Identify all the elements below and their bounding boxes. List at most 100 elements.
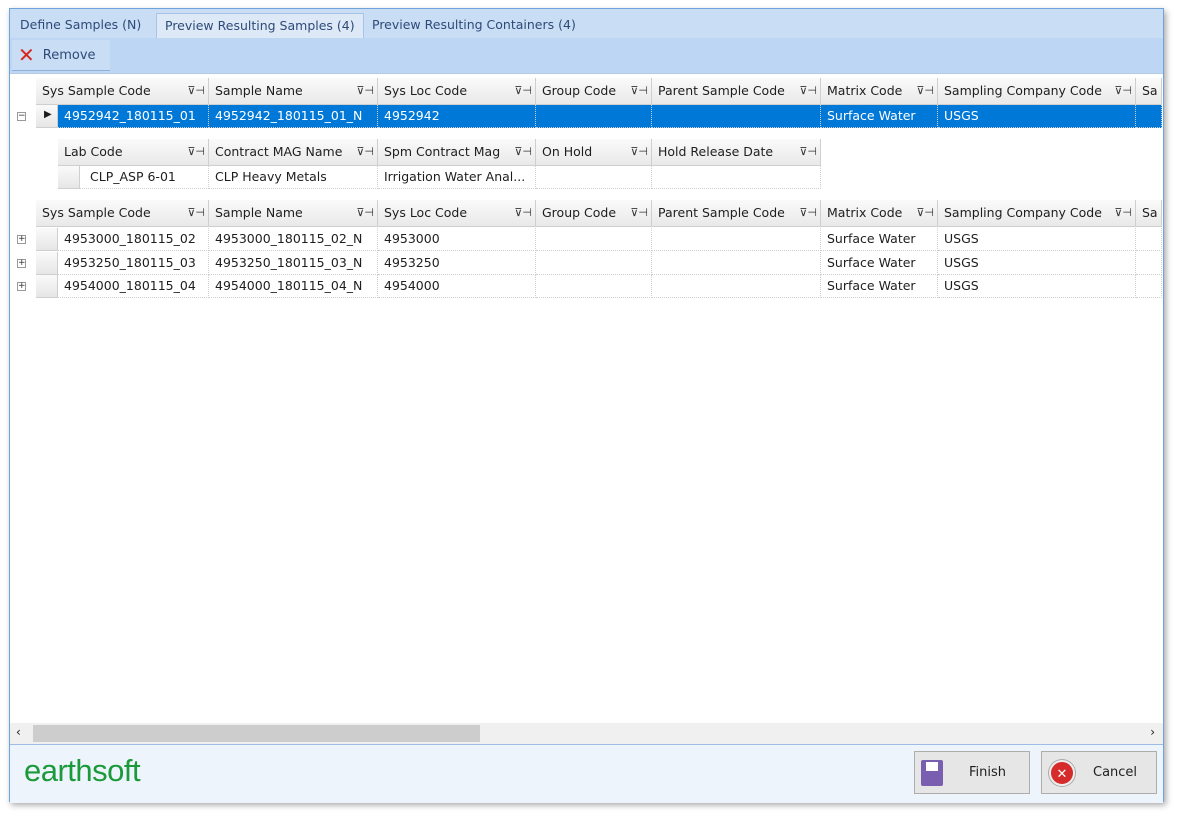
tab-define-samples[interactable]: Define Samples (N)	[12, 13, 149, 38]
table-row-cell[interactable]: 4954000_180115_04	[58, 275, 209, 298]
selected-row-cell[interactable]	[536, 105, 652, 128]
horizontal-scrollbar[interactable]: ‹ ›	[10, 723, 1163, 744]
filter-pin-icon[interactable]: ⊽⊣	[630, 78, 648, 104]
filter-pin-icon[interactable]: ⊽⊣	[799, 139, 817, 165]
table-row-cell[interactable]: 4954000	[378, 275, 536, 298]
table-row-cell[interactable]: 4954000_180115_04_N	[209, 275, 378, 298]
column-title: Sys Sample Code	[42, 83, 151, 98]
filter-pin-icon[interactable]: ⊽⊣	[916, 200, 934, 226]
child-header-4[interactable]: Hold Release Date ⊽⊣	[652, 139, 821, 166]
scroll-thumb[interactable]	[33, 725, 480, 742]
table-row-cell[interactable]: 4953250_180115_03_N	[209, 251, 378, 275]
selected-row-cell[interactable]: 4952942_180115_01_N	[209, 105, 378, 128]
detail-header-1[interactable]: Sample Name ⊽⊣	[209, 200, 378, 227]
child-row-cell[interactable]	[536, 166, 652, 189]
table-row-cell[interactable]	[536, 251, 652, 275]
detail-header-0[interactable]: Sys Sample Code ⊽⊣	[36, 200, 209, 227]
filter-pin-icon[interactable]: ⊽⊣	[514, 78, 532, 104]
detail-header-5[interactable]: Matrix Code ⊽⊣	[821, 200, 938, 227]
tab-preview-samples[interactable]: Preview Resulting Samples (4)	[156, 13, 364, 38]
table-row-cell[interactable]	[1136, 251, 1162, 275]
detail-header-3[interactable]: Group Code ⊽⊣	[536, 200, 652, 227]
table-row-cell[interactable]: Surface Water	[821, 228, 938, 251]
child-header-2[interactable]: Spm Contract Mag ⊽⊣	[378, 139, 536, 166]
table-row-cell[interactable]: USGS	[938, 275, 1136, 298]
child-row-cell[interactable]: CLP_ASP 6-01	[80, 166, 209, 189]
selected-row-cell[interactable]	[652, 105, 821, 128]
main-header-0[interactable]: Sys Sample Code ⊽⊣	[36, 78, 209, 105]
expand-icon[interactable]: +	[17, 282, 26, 291]
scroll-left-icon[interactable]: ‹	[16, 725, 21, 739]
child-header-1[interactable]: Contract MAG Name ⊽⊣	[209, 139, 378, 166]
earthsoft-logo: earthsoft	[24, 753, 141, 788]
child-row-cell[interactable]: Irrigation Water Anal...	[378, 166, 536, 189]
child-row-cell[interactable]	[652, 166, 821, 189]
selected-row-cell[interactable]	[1136, 105, 1162, 128]
child-header-3[interactable]: On Hold ⊽⊣	[536, 139, 652, 166]
filter-pin-icon[interactable]: ⊽⊣	[514, 200, 532, 226]
selected-row-cell[interactable]: USGS	[938, 105, 1136, 128]
filter-pin-icon[interactable]: ⊽⊣	[799, 200, 817, 226]
main-header-5[interactable]: Matrix Code ⊽⊣	[821, 78, 938, 105]
main-header-7[interactable]: Sa	[1136, 78, 1162, 105]
filter-pin-icon[interactable]: ⊽⊣	[356, 78, 374, 104]
table-row-cell[interactable]	[1136, 275, 1162, 298]
expand-icon[interactable]: +	[17, 235, 26, 244]
filter-pin-icon[interactable]: ⊽⊣	[187, 139, 205, 165]
main-header-4[interactable]: Parent Sample Code ⊽⊣	[652, 78, 821, 105]
table-row-cell[interactable]	[652, 275, 821, 298]
table-row-cell[interactable]	[536, 228, 652, 251]
table-row-cell[interactable]	[1136, 228, 1162, 251]
filter-pin-icon[interactable]: ⊽⊣	[187, 78, 205, 104]
table-row-cell[interactable]	[652, 228, 821, 251]
expand-icon[interactable]: +	[17, 258, 26, 268]
table-row-cell[interactable]: USGS	[938, 251, 1136, 275]
finish-button[interactable]: Finish	[914, 751, 1030, 794]
table-row-cell[interactable]: USGS	[938, 228, 1136, 251]
filter-pin-icon[interactable]: ⊽⊣	[916, 78, 934, 104]
child-row-indicator[interactable]	[58, 166, 80, 189]
column-title: Sampling Company Code	[944, 205, 1102, 220]
remove-button[interactable]: ✕ Remove	[12, 40, 110, 71]
table-row-cell[interactable]: 4953250	[378, 251, 536, 275]
filter-pin-icon[interactable]: ⊽⊣	[514, 139, 532, 165]
detail-header-2[interactable]: Sys Loc Code ⊽⊣	[378, 200, 536, 227]
row-indicator[interactable]	[36, 275, 58, 298]
filter-pin-icon[interactable]: ⊽⊣	[356, 139, 374, 165]
row-indicator[interactable]	[36, 228, 58, 251]
filter-pin-icon[interactable]: ⊽⊣	[187, 200, 205, 226]
table-row-cell[interactable]: 4953000	[378, 228, 536, 251]
table-row-cell[interactable]: 4953250_180115_03	[58, 251, 209, 275]
row-indicator[interactable]: ▶	[36, 105, 58, 128]
detail-header-4[interactable]: Parent Sample Code ⊽⊣	[652, 200, 821, 227]
child-row-cell[interactable]: CLP Heavy Metals	[209, 166, 378, 189]
main-header-3[interactable]: Group Code ⊽⊣	[536, 78, 652, 105]
filter-pin-icon[interactable]: ⊽⊣	[630, 139, 648, 165]
table-row-cell[interactable]	[652, 251, 821, 275]
filter-pin-icon[interactable]: ⊽⊣	[1114, 200, 1132, 226]
table-row-cell[interactable]: 4953000_180115_02_N	[209, 228, 378, 251]
table-row-cell[interactable]	[536, 275, 652, 298]
detail-header-6[interactable]: Sampling Company Code ⊽⊣	[938, 200, 1136, 227]
table-row-cell[interactable]: Surface Water	[821, 275, 938, 298]
detail-header-7[interactable]: Sa	[1136, 200, 1162, 227]
selected-row-cell[interactable]: Surface Water	[821, 105, 938, 128]
cancel-button[interactable]: ✕ Cancel	[1041, 751, 1157, 794]
filter-pin-icon[interactable]: ⊽⊣	[356, 200, 374, 226]
child-header-0[interactable]: Lab Code ⊽⊣	[58, 139, 209, 166]
table-row-cell[interactable]: Surface Water	[821, 251, 938, 275]
selected-row-cell[interactable]: 4952942_180115_01	[58, 105, 209, 128]
filter-pin-icon[interactable]: ⊽⊣	[1114, 78, 1132, 104]
main-header-2[interactable]: Sys Loc Code ⊽⊣	[378, 78, 536, 105]
filter-pin-icon[interactable]: ⊽⊣	[799, 78, 817, 104]
collapse-icon[interactable]: −	[17, 112, 26, 121]
column-title: Parent Sample Code	[658, 83, 785, 98]
row-indicator[interactable]	[36, 251, 58, 275]
main-header-1[interactable]: Sample Name ⊽⊣	[209, 78, 378, 105]
filter-pin-icon[interactable]: ⊽⊣	[630, 200, 648, 226]
scroll-right-icon[interactable]: ›	[1150, 725, 1155, 739]
tab-preview-containers[interactable]: Preview Resulting Containers (4)	[364, 13, 584, 38]
selected-row-cell[interactable]: 4952942	[378, 105, 536, 128]
main-header-6[interactable]: Sampling Company Code ⊽⊣	[938, 78, 1136, 105]
table-row-cell[interactable]: 4953000_180115_02	[58, 228, 209, 251]
